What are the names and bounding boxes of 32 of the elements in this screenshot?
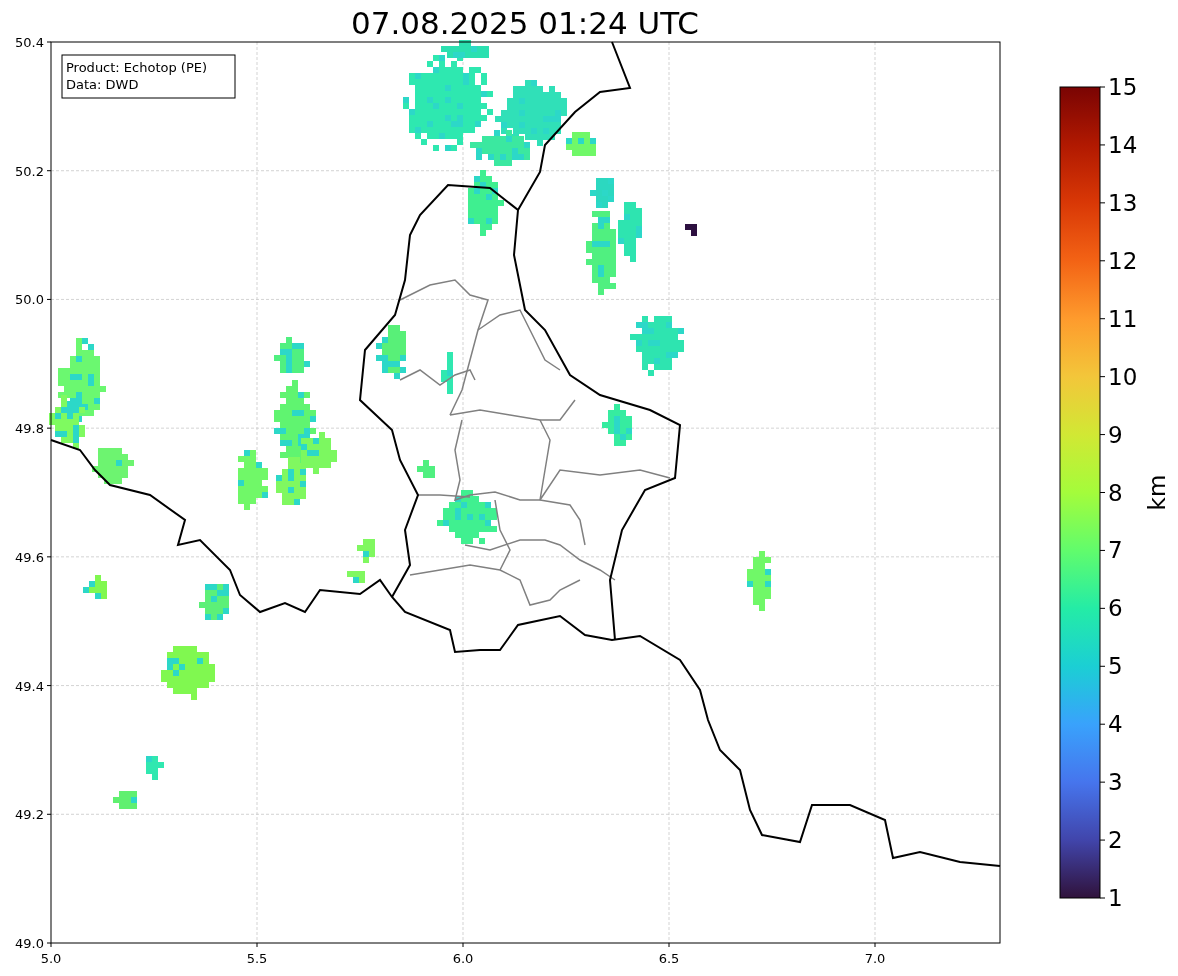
colorbar-tick-label: 3 [1108, 769, 1123, 796]
colorbar-tick-label: 8 [1108, 479, 1123, 506]
colorbar-tick-label: 10 [1108, 363, 1138, 390]
legend-text: Data: DWD [66, 77, 139, 92]
colorbar-tick-label: 15 [1108, 74, 1138, 100]
colorbar-tick-label: 2 [1108, 827, 1123, 854]
colorbar-tick-label: 5 [1108, 653, 1123, 680]
colorbar-label: km [1144, 474, 1170, 511]
colorbar-tick-label: 1 [1108, 885, 1123, 911]
colorbar-tick-label: 4 [1108, 711, 1123, 738]
x-tick-label: 6.0 [452, 951, 474, 966]
plot-title: 07.08.2025 01:24 UTC [351, 5, 699, 41]
y-tick-label: 49.2 [15, 807, 44, 823]
colorbar-tick-label: 11 [1108, 305, 1138, 332]
y-tick-label: 50.0 [15, 292, 44, 308]
y-tick-label: 49.8 [15, 421, 44, 437]
x-tick-label: 7.0 [864, 951, 886, 966]
legend-text: Product: Echotop (PE) [66, 60, 208, 75]
x-tick-label: 6.5 [658, 951, 680, 966]
colorbar-tick-label: 9 [1108, 421, 1123, 448]
y-tick-label: 49.0 [15, 936, 44, 951]
y-tick-label: 50.2 [15, 163, 44, 179]
y-tick-label: 49.4 [15, 678, 44, 694]
colorbar-tick-label: 7 [1108, 537, 1123, 564]
x-tick-label: 5.5 [246, 951, 268, 966]
colorbar-tick-label: 6 [1108, 595, 1123, 622]
x-tick-label: 5.0 [40, 951, 62, 966]
colorbar-tick-label: 13 [1108, 189, 1138, 216]
y-tick-label: 50.4 [15, 35, 44, 50]
colorbar-tick-label: 12 [1108, 247, 1138, 274]
y-tick-label: 49.6 [15, 549, 44, 565]
colorbar-tick-label: 14 [1108, 131, 1138, 158]
